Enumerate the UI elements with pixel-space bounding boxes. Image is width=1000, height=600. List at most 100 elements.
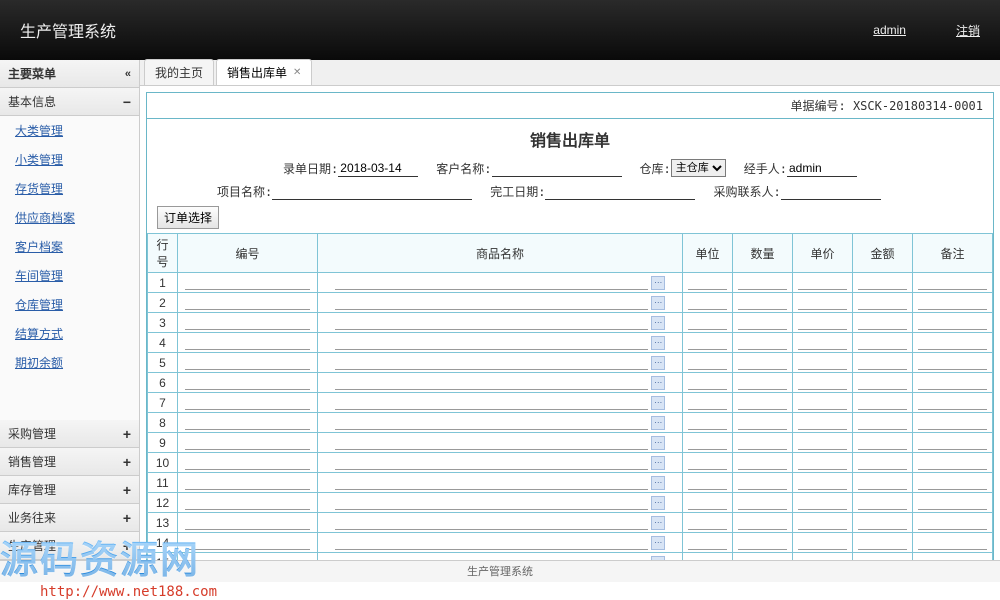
grid-cell-input[interactable] — [185, 497, 311, 510]
grid-cell-input[interactable] — [688, 297, 727, 310]
current-user-link[interactable]: admin — [873, 23, 906, 37]
grid-cell-input[interactable] — [918, 517, 986, 530]
grid-cell-input[interactable] — [798, 317, 847, 330]
grid-cell-input[interactable] — [918, 557, 986, 560]
lookup-icon[interactable]: ⋯ — [651, 276, 665, 290]
grid-cell-input[interactable] — [688, 397, 727, 410]
grid-cell-input[interactable] — [738, 417, 787, 430]
product-name-input[interactable] — [335, 417, 648, 430]
grid-cell-input[interactable] — [798, 417, 847, 430]
sidebar-group[interactable]: 采购管理+ — [0, 420, 139, 448]
logout-link[interactable]: 注销 — [956, 22, 980, 39]
grid-cell-input[interactable] — [918, 417, 986, 430]
grid-cell-input[interactable] — [858, 497, 907, 510]
grid-cell-input[interactable] — [918, 377, 986, 390]
sidebar-item[interactable]: 供应商档案 — [0, 203, 139, 232]
sidebar-item[interactable]: 期初余额 — [0, 348, 139, 377]
product-name-input[interactable] — [335, 297, 648, 310]
grid-cell-input[interactable] — [918, 277, 986, 290]
product-name-input[interactable] — [335, 397, 648, 410]
tab[interactable]: 我的主页 — [144, 59, 214, 85]
sidebar-item[interactable]: 车间管理 — [0, 261, 139, 290]
sidebar-item[interactable]: 存货管理 — [0, 174, 139, 203]
grid-cell-input[interactable] — [738, 297, 787, 310]
grid-cell-input[interactable] — [858, 477, 907, 490]
grid-cell-input[interactable] — [738, 457, 787, 470]
sidebar-item[interactable]: 结算方式 — [0, 319, 139, 348]
grid-cell-input[interactable] — [858, 357, 907, 370]
grid-cell-input[interactable] — [185, 397, 311, 410]
grid-cell-input[interactable] — [738, 357, 787, 370]
product-name-input[interactable] — [335, 377, 648, 390]
grid-cell-input[interactable] — [185, 357, 311, 370]
grid-cell-input[interactable] — [738, 537, 787, 550]
grid-cell-input[interactable] — [738, 437, 787, 450]
project-input[interactable] — [272, 183, 472, 200]
grid-cell-input[interactable] — [918, 297, 986, 310]
grid-cell-input[interactable] — [688, 457, 727, 470]
sidebar-group[interactable]: 业务往来+ — [0, 504, 139, 532]
grid-cell-input[interactable] — [798, 437, 847, 450]
lookup-icon[interactable]: ⋯ — [651, 316, 665, 330]
grid-cell-input[interactable] — [738, 477, 787, 490]
lookup-icon[interactable]: ⋯ — [651, 336, 665, 350]
sidebar-item[interactable]: 仓库管理 — [0, 290, 139, 319]
grid-cell-input[interactable] — [738, 497, 787, 510]
lookup-icon[interactable]: ⋯ — [651, 396, 665, 410]
grid-cell-input[interactable] — [738, 337, 787, 350]
grid-cell-input[interactable] — [798, 337, 847, 350]
grid-cell-input[interactable] — [185, 457, 311, 470]
grid-cell-input[interactable] — [798, 477, 847, 490]
sidebar-group[interactable]: 库存管理+ — [0, 476, 139, 504]
grid-cell-input[interactable] — [858, 517, 907, 530]
lookup-icon[interactable]: ⋯ — [651, 536, 665, 550]
grid-cell-input[interactable] — [185, 437, 311, 450]
grid-cell-input[interactable] — [738, 377, 787, 390]
product-name-input[interactable] — [335, 557, 648, 560]
grid-cell-input[interactable] — [185, 317, 311, 330]
sidebar-item[interactable]: 客户档案 — [0, 232, 139, 261]
order-select-button[interactable]: 订单选择 — [157, 206, 219, 229]
grid-cell-input[interactable] — [798, 277, 847, 290]
product-name-input[interactable] — [335, 277, 648, 290]
tab[interactable]: 销售出库单✕ — [216, 59, 312, 85]
product-name-input[interactable] — [335, 457, 648, 470]
customer-input[interactable] — [492, 160, 622, 177]
grid-cell-input[interactable] — [918, 537, 986, 550]
sidebar-item[interactable]: 大类管理 — [0, 116, 139, 145]
grid-cell-input[interactable] — [688, 337, 727, 350]
product-name-input[interactable] — [335, 337, 648, 350]
grid-cell-input[interactable] — [858, 537, 907, 550]
product-name-input[interactable] — [335, 517, 648, 530]
grid-cell-input[interactable] — [185, 377, 311, 390]
grid-cell-input[interactable] — [738, 557, 787, 560]
grid-cell-input[interactable] — [858, 297, 907, 310]
product-name-input[interactable] — [335, 537, 648, 550]
grid-cell-input[interactable] — [858, 557, 907, 560]
grid-cell-input[interactable] — [858, 317, 907, 330]
grid-cell-input[interactable] — [858, 417, 907, 430]
grid-cell-input[interactable] — [918, 397, 986, 410]
lookup-icon[interactable]: ⋯ — [651, 476, 665, 490]
grid-cell-input[interactable] — [688, 437, 727, 450]
grid-cell-input[interactable] — [798, 297, 847, 310]
lookup-icon[interactable]: ⋯ — [651, 416, 665, 430]
grid-cell-input[interactable] — [738, 317, 787, 330]
grid-cell-input[interactable] — [688, 277, 727, 290]
grid-cell-input[interactable] — [738, 517, 787, 530]
grid-cell-input[interactable] — [688, 317, 727, 330]
grid-cell-input[interactable] — [185, 417, 311, 430]
grid-cell-input[interactable] — [185, 517, 311, 530]
grid-cell-input[interactable] — [185, 477, 311, 490]
grid-cell-input[interactable] — [918, 357, 986, 370]
lookup-icon[interactable]: ⋯ — [651, 436, 665, 450]
lookup-icon[interactable]: ⋯ — [651, 496, 665, 510]
product-name-input[interactable] — [335, 497, 648, 510]
grid-cell-input[interactable] — [688, 417, 727, 430]
entry-date-input[interactable] — [338, 160, 418, 177]
product-name-input[interactable] — [335, 437, 648, 450]
grid-cell-input[interactable] — [688, 377, 727, 390]
grid-cell-input[interactable] — [688, 557, 727, 560]
grid-cell-input[interactable] — [688, 517, 727, 530]
sidebar-collapse-icon[interactable]: « — [125, 68, 131, 80]
